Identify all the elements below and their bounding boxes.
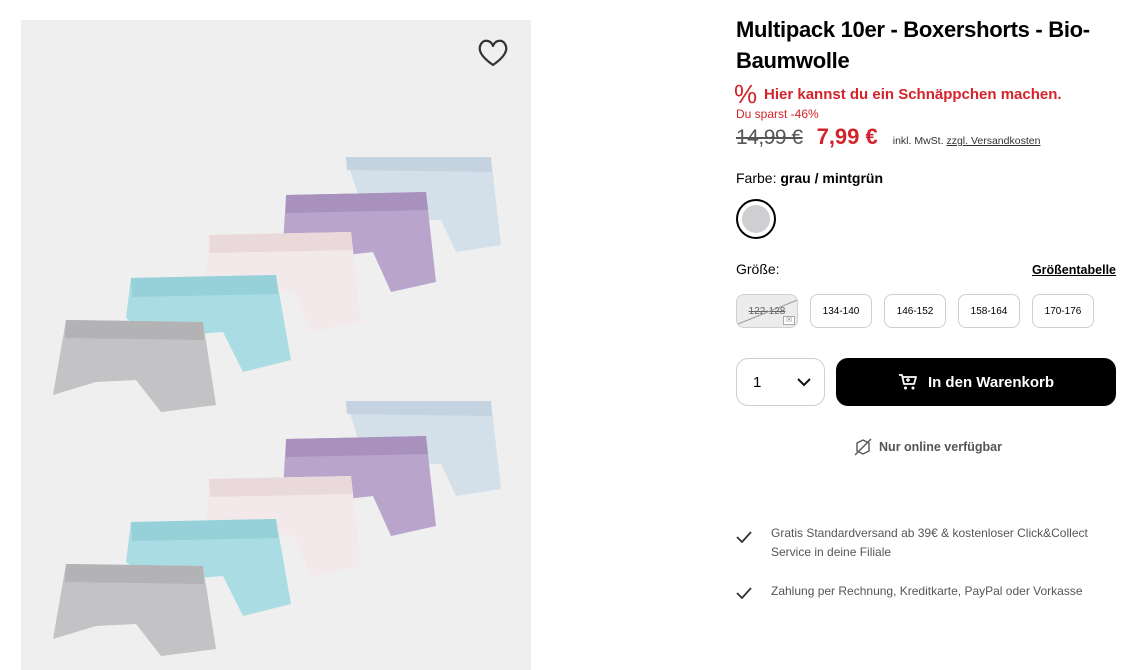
check-icon	[736, 524, 771, 549]
size-option-unavailable[interactable]: 122-128 ✉	[736, 294, 798, 328]
online-only-text: Nur online verfügbar	[879, 440, 1002, 454]
size-label: Größe:	[736, 261, 780, 277]
usp-text: Gratis Standardversand ab 39€ & kostenlo…	[771, 526, 1088, 559]
product-gallery	[21, 20, 531, 670]
color-value: grau / mintgrün	[780, 170, 884, 186]
size-option[interactable]: 146-152	[884, 294, 946, 328]
product-image[interactable]	[21, 20, 531, 670]
usp-item: Zahlung per Rechnung, Kreditkarte, PayPa…	[736, 582, 1116, 605]
color-label: Farbe:	[736, 170, 777, 186]
tax-label: inkl. MwSt.	[892, 135, 944, 147]
size-option[interactable]: 170-176	[1032, 294, 1094, 328]
usp-text: Zahlung per Rechnung, Kreditkarte, PayPa…	[771, 584, 1083, 598]
chevron-down-icon	[797, 378, 811, 387]
cart-icon	[898, 374, 917, 390]
mail-icon: ✉	[783, 316, 795, 325]
usp-list: Gratis Standardversand ab 39€ & kostenlo…	[736, 524, 1116, 605]
size-header: Größe: Größentabelle	[736, 261, 1116, 277]
product-title: Multipack 10er - Boxershorts - Bio-Baumw…	[736, 17, 1090, 73]
size-option-label: 170-176	[1044, 305, 1082, 317]
shipping-costs-link[interactable]: zzgl. Versandkosten	[946, 135, 1040, 147]
size-option-label: 158-164	[970, 305, 1008, 317]
size-options: 122-128 ✉ 134-140 146-152 158-164 170-17…	[736, 294, 1116, 328]
color-swatch-grey[interactable]	[736, 199, 776, 239]
deal-banner: % Hier kannst du ein Schnäppchen machen.	[734, 79, 1116, 109]
old-price: 14,99 €	[736, 126, 803, 149]
usp-item: Gratis Standardversand ab 39€ & kostenlo…	[736, 524, 1116, 562]
add-to-cart-label: In den Warenkorb	[927, 373, 1055, 391]
percent-icon: %	[734, 79, 758, 109]
size-option[interactable]: 158-164	[958, 294, 1020, 328]
savings-text: Du sparst -46%	[736, 107, 819, 121]
check-icon	[736, 582, 771, 605]
add-to-cart-button[interactable]: In den Warenkorb	[836, 358, 1116, 406]
buy-row: 1 In den Warenkorb	[736, 358, 1116, 406]
favorite-button[interactable]	[476, 38, 510, 68]
product-info: Multipack 10er - Boxershorts - Bio-Baumw…	[734, 14, 1116, 625]
sale-price: 7,99 €	[816, 124, 878, 149]
heart-icon	[478, 39, 508, 67]
online-only-notice: Nur online verfügbar	[736, 438, 1116, 456]
quantity-select[interactable]: 1	[736, 358, 825, 406]
no-store-icon	[854, 438, 872, 456]
size-chart-link[interactable]: Größentabelle	[1032, 263, 1116, 277]
deal-text: Hier kannst du ein Schnäppchen machen.	[764, 85, 1062, 103]
size-option-label: 134-140	[822, 305, 860, 317]
size-option[interactable]: 134-140	[810, 294, 872, 328]
swatch-fill	[742, 205, 770, 233]
price-row: 14,99 € 7,99 € inkl. MwSt. zzgl. Versand…	[736, 124, 1116, 150]
size-option-label: 146-152	[896, 305, 934, 317]
color-selection: Farbe: grau / mintgrün	[736, 170, 1116, 186]
quantity-value: 1	[753, 373, 762, 391]
tax-info: inkl. MwSt. zzgl. Versandkosten	[893, 135, 1041, 147]
